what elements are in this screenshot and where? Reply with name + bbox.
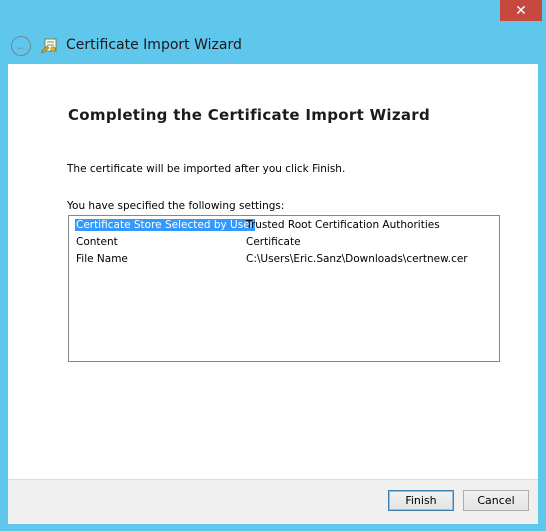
settings-list[interactable]: Certificate Store Selected by User Trust…	[68, 215, 500, 362]
settings-label: You have specified the following setting…	[67, 200, 285, 212]
cancel-button[interactable]: Cancel	[463, 490, 529, 511]
certificate-wizard-icon	[40, 38, 57, 54]
settings-row-key: Certificate Store Selected by User	[75, 219, 255, 231]
settings-row-value: C:\Users\Eric.Sanz\Downloads\certnew.cer	[246, 253, 468, 265]
settings-row[interactable]: Content Certificate	[69, 235, 499, 251]
back-arrow-icon: ←	[15, 39, 27, 53]
settings-row-key: File Name	[76, 253, 128, 265]
wizard-content: Completing the Certificate Import Wizard…	[8, 64, 538, 479]
settings-row-value: Certificate	[246, 236, 301, 248]
wizard-title: Certificate Import Wizard	[66, 37, 242, 53]
settings-row-key: Content	[76, 236, 118, 248]
close-icon: ✕	[515, 2, 527, 19]
page-heading: Completing the Certificate Import Wizard	[68, 106, 431, 124]
settings-row[interactable]: Certificate Store Selected by User Trust…	[69, 218, 499, 234]
intro-text: The certificate will be imported after y…	[67, 163, 346, 175]
finish-button[interactable]: Finish	[388, 490, 454, 511]
window-frame-bottom	[0, 524, 546, 531]
wizard-header: ← Certificate Import Wizard	[0, 32, 546, 62]
settings-row-value: Trusted Root Certification Authorities	[246, 219, 440, 231]
window-frame-right	[538, 64, 546, 531]
back-button[interactable]: ←	[11, 36, 31, 56]
footer-divider	[8, 479, 538, 480]
settings-row[interactable]: File Name C:\Users\Eric.Sanz\Downloads\c…	[69, 252, 499, 268]
certificate-import-wizard-window: ✕ ← Certificate Import Wizard Completing…	[0, 0, 546, 531]
close-button[interactable]: ✕	[500, 0, 542, 21]
